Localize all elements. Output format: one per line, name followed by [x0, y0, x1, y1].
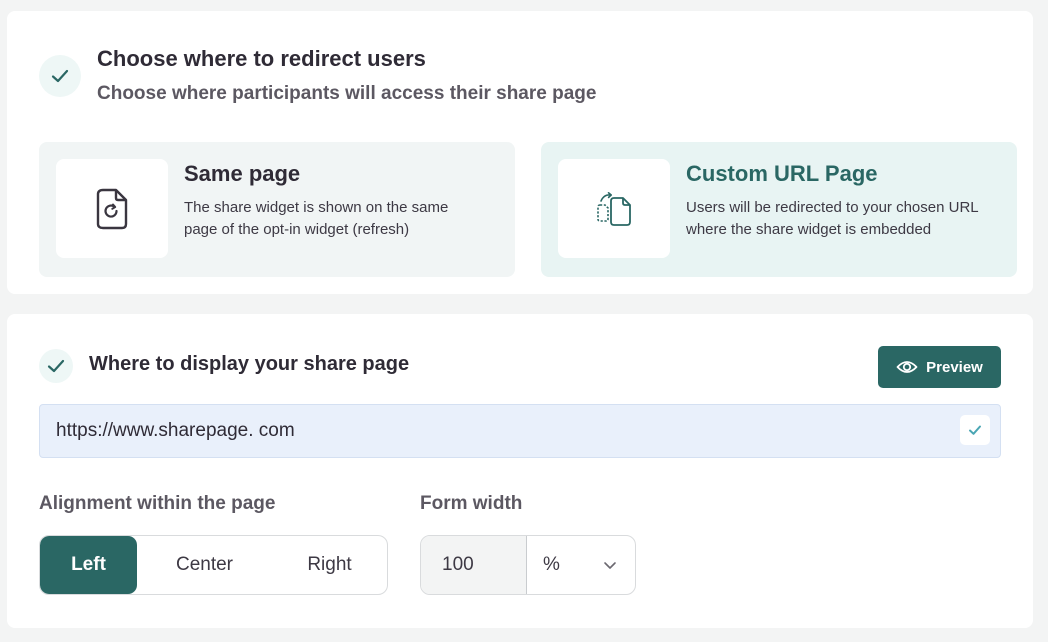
option-custom-url[interactable]: Custom URL Page Users will be redirected… [541, 142, 1017, 277]
share-page-url-value: https://www.sharepage. com [56, 420, 295, 441]
check-icon [51, 69, 69, 83]
redirect-check-badge [39, 55, 81, 97]
option-custom-url-title: Custom URL Page [686, 161, 878, 186]
option-same-page-icon-box [56, 159, 168, 258]
alignment-segmented-control: Left Center Right [39, 535, 388, 595]
alignment-center-button[interactable]: Center [137, 536, 272, 594]
refresh-file-icon [96, 188, 128, 229]
check-icon [47, 359, 65, 373]
url-valid-badge [960, 415, 990, 445]
width-unit-select[interactable]: % [526, 536, 635, 594]
form-width-value: 100 [442, 554, 474, 575]
alignment-left-button[interactable]: Left [40, 536, 137, 594]
redirect-section: Choose where to redirect users Choose wh… [7, 11, 1033, 294]
redirect-title: Choose where to redirect users [97, 46, 426, 71]
display-check-badge [39, 349, 73, 383]
option-same-page[interactable]: Same page The share widget is shown on t… [39, 142, 515, 277]
preview-button-label: Preview [926, 358, 983, 376]
option-same-page-title: Same page [184, 161, 301, 186]
alignment-label: Alignment within the page [39, 493, 276, 514]
form-width-input[interactable]: 100 [421, 536, 526, 594]
option-same-page-description: The share widget is shown on the same pa… [184, 199, 449, 238]
option-custom-url-icon-box [558, 159, 670, 258]
display-title: Where to display your share page [89, 353, 410, 375]
copy-pages-icon [597, 191, 631, 226]
form-width-label: Form width [420, 493, 523, 514]
alignment-right-button[interactable]: Right [272, 536, 387, 594]
form-width-control: 100 % [420, 535, 636, 595]
option-custom-url-description: Users will be redirected to your chosen … [686, 199, 979, 238]
share-page-url-input[interactable]: https://www.sharepage. com [39, 404, 1001, 458]
redirect-subtitle: Choose where participants will access th… [97, 83, 597, 104]
check-icon [969, 425, 981, 435]
preview-button[interactable]: Preview [878, 346, 1001, 388]
chevron-down-icon [604, 562, 616, 569]
width-unit-value: % [543, 554, 560, 575]
display-section: Where to display your share page Preview… [7, 314, 1033, 628]
eye-icon [896, 361, 918, 373]
